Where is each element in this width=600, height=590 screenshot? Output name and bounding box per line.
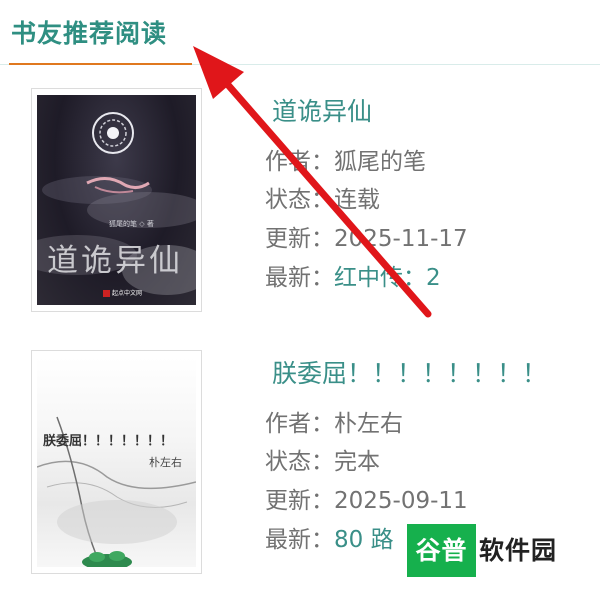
author-value: 狐尾的笔 [334, 149, 426, 175]
book-cover-link[interactable]: 朕委屈！！！！！！！ 朴左右 [31, 350, 202, 574]
book-cover-image: 朕委屈！！！！！！！ 朴左右 [37, 357, 196, 567]
author-row: 作者：朴左右 [265, 411, 403, 437]
status-row: 状态：完本 [265, 449, 380, 475]
latest-chapter-link[interactable]: 80 路 [334, 527, 394, 553]
book-cover-link[interactable]: 狐尾的笔 ◇ 著 道诡异仙 起点中文网 [31, 88, 202, 312]
book-title-link[interactable]: 朕委屈！！！！！！！！ [272, 354, 547, 390]
status-value: 完本 [334, 449, 380, 475]
updated-row: 更新：2025-09-11 [265, 488, 468, 514]
latest-row: 最新：80 路 [265, 527, 394, 553]
latest-row: 最新：红中传：2 [265, 265, 441, 291]
status-row: 状态：连载 [265, 187, 380, 213]
book-cover-image: 狐尾的笔 ◇ 著 道诡异仙 起点中文网 [37, 95, 196, 305]
author-value: 朴左右 [334, 411, 403, 437]
status-value: 连载 [334, 187, 380, 213]
updated-row: 更新：2025-11-17 [265, 226, 468, 252]
cover-title: 道诡异仙 [47, 243, 183, 279]
watermark-logo: 谷普 软件园 [407, 524, 589, 577]
section-title: 书友推荐阅读 [11, 19, 168, 48]
title-underline [9, 63, 192, 65]
updated-value: 2025-11-17 [334, 226, 468, 252]
latest-chapter-link[interactable]: 红中传：2 [334, 265, 441, 291]
watermark-brand: 谷普 [407, 524, 476, 577]
cover-author-line: 朴左右 [149, 456, 182, 469]
book-title-link[interactable]: 道诡异仙 [272, 92, 372, 128]
updated-value: 2025-09-11 [334, 488, 468, 514]
watermark-text: 软件园 [479, 536, 558, 565]
cover-publisher: 起点中文网 [103, 288, 142, 297]
author-row: 作者：狐尾的笔 [265, 149, 426, 175]
cover-author-line: 狐尾的笔 ◇ 著 [109, 220, 154, 228]
cover-title: 朕委屈！！！！！！！ [43, 434, 174, 449]
